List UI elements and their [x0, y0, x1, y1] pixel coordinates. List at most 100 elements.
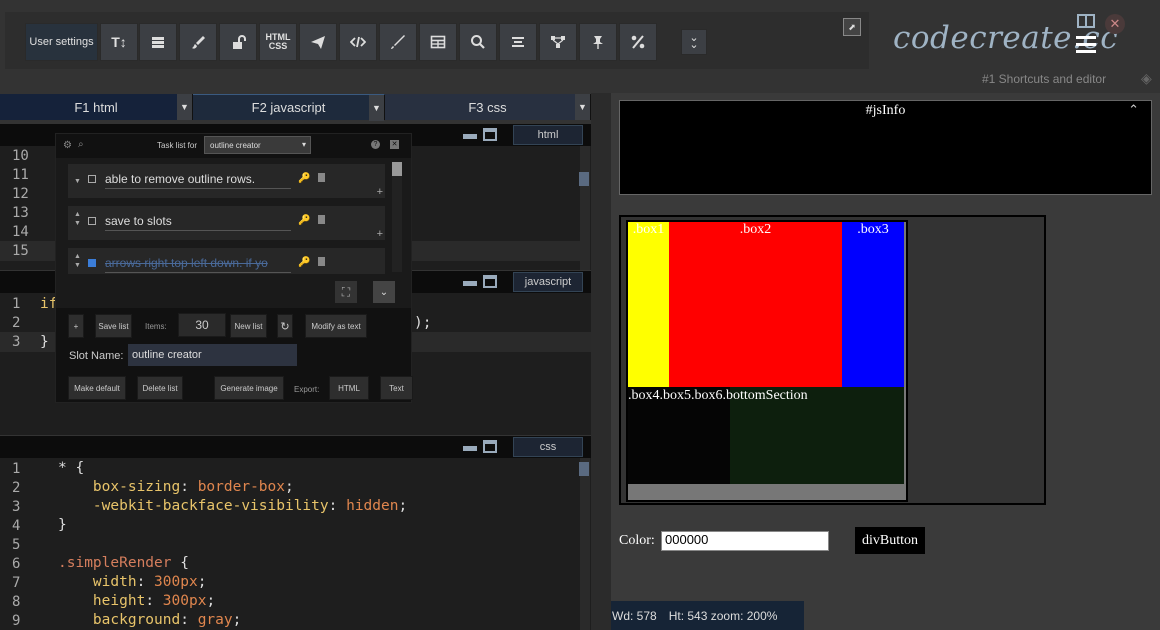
list-select[interactable]: outline creator ▾	[204, 136, 311, 154]
tab-html[interactable]: F1 html ▼	[0, 94, 193, 120]
task-checkbox[interactable]	[88, 217, 96, 225]
slot-name-input[interactable]: outline creator	[128, 344, 297, 366]
tab-html-label: F1 html	[74, 99, 118, 115]
scrollbar-thumb[interactable]	[579, 172, 589, 186]
hamburger-menu-icon[interactable]	[1076, 36, 1096, 54]
simple-render: .box1 .box2 .box3 .box4.box5.box6.bottom…	[619, 215, 1046, 505]
list-item[interactable]: ▲ ▼ arrows right top left down. if yo 🔑	[68, 248, 385, 274]
tab-css[interactable]: F3 css ▼	[385, 94, 591, 120]
reorder-arrows-icon[interactable]: ▼	[74, 168, 81, 186]
minimize-icon[interactable]	[463, 281, 477, 286]
add-subtask-icon[interactable]: +	[377, 186, 383, 198]
scrollbar-thumb[interactable]	[392, 162, 402, 176]
user-settings-button[interactable]: User settings	[25, 23, 98, 61]
chevron-down-icon[interactable]: ⌄	[373, 281, 395, 303]
text-size-icon: T↕	[111, 34, 127, 50]
key-icon[interactable]: 🔑	[298, 257, 310, 268]
slot-name-label: Slot Name:	[69, 350, 124, 362]
close-icon[interactable]: ✕	[390, 140, 399, 149]
new-list-button[interactable]: New list	[230, 314, 267, 338]
brush-button[interactable]	[179, 23, 217, 61]
reorder-arrows-icon[interactable]: ▲ ▼	[74, 252, 81, 270]
code-button[interactable]	[339, 23, 377, 61]
gear-icon[interactable]: ⚙	[63, 140, 72, 151]
task-list-scrollbar[interactable]	[392, 162, 402, 272]
modify-as-text-button[interactable]: Modify as text	[305, 314, 367, 338]
div-button[interactable]: divButton	[855, 527, 925, 554]
color-input[interactable]: 000000	[661, 531, 829, 551]
generate-image-button[interactable]: Generate image	[214, 376, 284, 400]
move-icon[interactable]: ◈	[1141, 70, 1155, 86]
search-button[interactable]	[459, 23, 497, 61]
pen-button[interactable]	[379, 23, 417, 61]
nodes-button[interactable]	[539, 23, 577, 61]
code-token: 300px	[154, 574, 198, 590]
maximize-icon[interactable]	[483, 440, 497, 453]
chevron-up-icon[interactable]: ⌃	[1128, 102, 1139, 118]
add-task-button[interactable]: +	[68, 314, 84, 338]
maximize-icon[interactable]	[483, 128, 497, 141]
text-size-button[interactable]: T↕	[100, 23, 138, 61]
collapse-toolbar-button[interactable]: ⌄ ⌄	[681, 29, 707, 55]
tab-javascript[interactable]: F2 javascript ▼	[193, 94, 385, 121]
layers-button[interactable]	[139, 23, 177, 61]
task-text[interactable]: able to remove outline rows.	[105, 172, 291, 189]
export-html-button[interactable]: HTML	[329, 376, 369, 400]
search-icon[interactable]: ⌕	[78, 139, 84, 150]
pin-button[interactable]	[579, 23, 617, 61]
line-number: 1	[12, 461, 21, 477]
list-item[interactable]: ▼ able to remove outline rows. 🔑 +	[68, 164, 385, 198]
status-width: Wd: 578	[612, 608, 657, 623]
table-button[interactable]	[419, 23, 457, 61]
send-button[interactable]	[299, 23, 337, 61]
save-list-button[interactable]: Save list	[95, 314, 132, 338]
task-checkbox[interactable]	[88, 175, 96, 183]
code-token: }	[58, 517, 67, 533]
task-text[interactable]: arrows right top left down. if yo	[105, 256, 291, 273]
box1: .box1	[628, 222, 669, 387]
chevron-down-icon[interactable]: ▼	[369, 95, 384, 121]
refresh-icon[interactable]: ↻	[277, 314, 293, 338]
maximize-icon[interactable]	[483, 275, 497, 288]
trash-icon[interactable]	[318, 215, 325, 224]
expand-icon[interactable]: ⛶	[335, 281, 357, 303]
layers-icon	[152, 37, 164, 48]
export-text-button[interactable]: Text	[380, 376, 413, 400]
code-token: ;	[206, 593, 216, 609]
layout-toggle-icon[interactable]	[1077, 14, 1095, 28]
align-button[interactable]	[499, 23, 537, 61]
trash-icon[interactable]	[318, 173, 325, 182]
scrollbar-thumb[interactable]	[579, 462, 589, 476]
delete-list-button[interactable]: Delete list	[137, 376, 183, 400]
box3: .box3	[842, 222, 904, 387]
minimize-icon[interactable]	[463, 446, 477, 451]
percent-button[interactable]	[619, 23, 657, 61]
shortcuts-link[interactable]: #1 Shortcuts and editor	[982, 72, 1106, 86]
code-token: hidden	[346, 498, 399, 514]
chevron-down-icon: ▾	[301, 140, 306, 149]
close-icon[interactable]: ✕	[1105, 14, 1125, 34]
minimize-icon[interactable]	[463, 134, 477, 139]
task-checkbox-checked[interactable]	[88, 259, 96, 267]
list-item[interactable]: ▲ ▼ save to slots 🔑 +	[68, 206, 385, 240]
trash-icon[interactable]	[318, 257, 325, 266]
css-editor[interactable]: css 1 2 3 4 5 6 7 8 9 * { box-sizing: border-box…	[0, 436, 591, 630]
make-default-button[interactable]: Make default	[68, 376, 126, 400]
chevron-down-icon[interactable]: ▼	[177, 94, 192, 120]
pane-divider[interactable]	[591, 93, 611, 630]
key-icon[interactable]: 🔑	[298, 173, 310, 184]
chevron-down-icon[interactable]: ▼	[575, 94, 590, 120]
line-number: 12	[12, 186, 29, 202]
unlock-button[interactable]	[219, 23, 257, 61]
items-count-input[interactable]: 30	[178, 313, 226, 337]
popout-button[interactable]: ⬈	[843, 18, 861, 36]
key-icon[interactable]: 🔑	[298, 215, 310, 226]
task-text[interactable]: save to slots	[105, 214, 291, 231]
add-subtask-icon[interactable]: +	[377, 228, 383, 240]
html-css-button[interactable]: HTML CSS	[259, 23, 297, 61]
html-editor-scrollbar[interactable]	[579, 146, 590, 270]
css-editor-scrollbar[interactable]	[579, 458, 590, 630]
reorder-arrows-icon[interactable]: ▲ ▼	[74, 210, 81, 228]
line-number: 2	[12, 315, 21, 331]
help-icon[interactable]: ?	[371, 140, 380, 149]
